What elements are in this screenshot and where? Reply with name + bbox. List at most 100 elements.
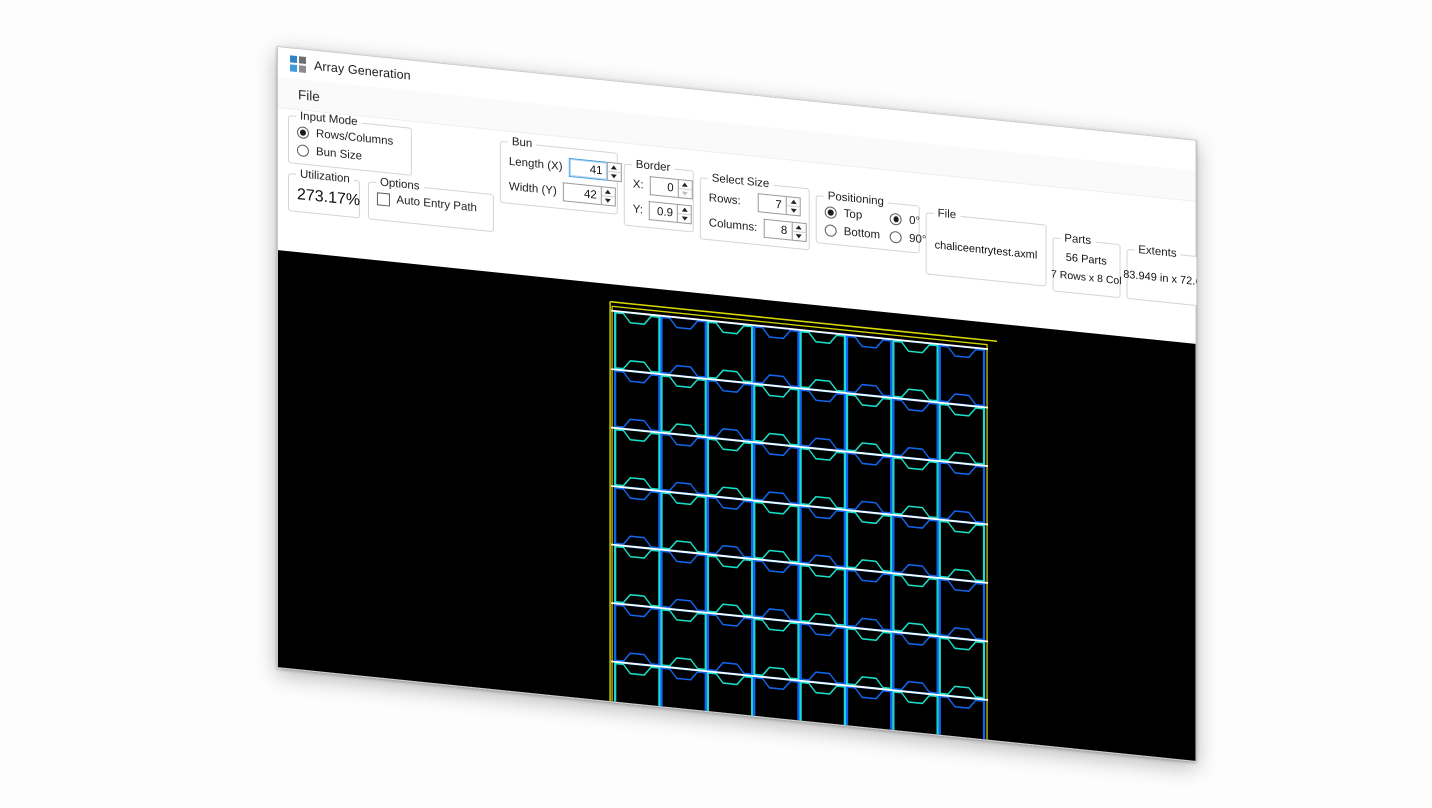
field-border-x: X: 0 bbox=[633, 174, 693, 200]
group-extents-title: Extents bbox=[1134, 243, 1181, 261]
part-outline bbox=[846, 569, 892, 631]
part-outline bbox=[753, 384, 799, 446]
part-slot bbox=[938, 636, 986, 700]
part-slot bbox=[938, 402, 986, 466]
bun-width-stepper[interactable]: 42 bbox=[562, 182, 616, 207]
part-slot bbox=[660, 491, 707, 555]
field-bun-length: Length (X) 41 bbox=[508, 152, 622, 183]
radio-bun-size[interactable]: Bun Size bbox=[296, 144, 403, 167]
field-bun-width: Width (Y) 42 bbox=[509, 177, 616, 207]
bun-width-value[interactable]: 42 bbox=[562, 182, 601, 206]
border-y-value[interactable]: 0.9 bbox=[649, 201, 678, 223]
border-y-down-icon[interactable] bbox=[678, 214, 691, 223]
bun-length-value[interactable]: 41 bbox=[568, 157, 607, 181]
rows-stepper[interactable]: 7 bbox=[757, 193, 801, 217]
group-border: Border X: 0 Y: 0.9 bbox=[623, 158, 694, 233]
checkbox-auto-entry-path-icon bbox=[376, 192, 390, 206]
rows-value[interactable]: 7 bbox=[757, 193, 786, 215]
part-outline bbox=[661, 375, 707, 437]
bun-width-down-icon[interactable] bbox=[602, 196, 615, 205]
part-outline bbox=[846, 335, 892, 397]
border-x-value[interactable]: 0 bbox=[649, 176, 678, 198]
part-outline bbox=[661, 433, 707, 495]
radio-bun-size-icon bbox=[296, 144, 309, 158]
columns-spin[interactable] bbox=[791, 221, 807, 243]
window-title: Array Generation bbox=[313, 58, 411, 83]
part-slot bbox=[892, 339, 939, 403]
part-outline bbox=[753, 676, 799, 739]
bun-length-stepper[interactable]: 41 bbox=[568, 157, 622, 183]
part-outline bbox=[939, 462, 985, 524]
group-select-size: Select Size Rows: 7 Columns: 8 bbox=[699, 172, 810, 251]
border-y-label: Y: bbox=[632, 202, 644, 216]
part-slot bbox=[938, 519, 986, 583]
border-x-spin[interactable] bbox=[677, 178, 693, 200]
columns-value[interactable]: 8 bbox=[763, 218, 792, 241]
part-slot bbox=[660, 432, 707, 496]
menu-item-file[interactable]: File bbox=[292, 83, 326, 107]
radio-rotation-90[interactable]: 90° bbox=[890, 230, 926, 246]
part-slot bbox=[753, 675, 800, 740]
border-x-down-icon[interactable] bbox=[679, 189, 692, 198]
radio-rotation-0[interactable]: 0° bbox=[890, 212, 926, 229]
radio-rotation-90-icon bbox=[890, 230, 903, 244]
part-outline bbox=[707, 379, 753, 442]
part-outline bbox=[707, 438, 753, 500]
part-outline bbox=[707, 672, 753, 734]
part-outline bbox=[893, 457, 938, 519]
part-slot bbox=[938, 694, 986, 759]
group-options-title: Options bbox=[375, 176, 424, 193]
part-slot bbox=[892, 397, 939, 462]
bun-length-label: Length (X) bbox=[508, 155, 563, 173]
columns-down-icon[interactable] bbox=[792, 232, 805, 241]
radio-position-top-icon bbox=[824, 205, 837, 220]
radio-position-bottom[interactable]: Bottom bbox=[824, 223, 880, 242]
part-outline bbox=[661, 316, 707, 378]
part-outline bbox=[846, 394, 892, 456]
bun-length-down-icon[interactable] bbox=[608, 172, 621, 181]
part-slot bbox=[614, 544, 661, 609]
rows-spin[interactable] bbox=[785, 195, 801, 217]
border-x-stepper[interactable]: 0 bbox=[649, 176, 693, 200]
part-slot bbox=[799, 622, 846, 686]
app-logo-icon bbox=[289, 55, 306, 73]
field-border-y: Y: 0.9 bbox=[632, 199, 693, 225]
group-select-size-title: Select Size bbox=[707, 172, 774, 191]
part-slot bbox=[660, 549, 707, 613]
part-outline bbox=[800, 564, 846, 626]
part-slot bbox=[938, 344, 986, 408]
bun-width-spin[interactable] bbox=[600, 186, 616, 207]
part-slot bbox=[706, 378, 754, 443]
utilization-value: 273.17% bbox=[296, 186, 361, 210]
checkbox-auto-entry-path[interactable]: Auto Entry Path bbox=[376, 192, 485, 216]
part-slot bbox=[753, 325, 800, 389]
radio-position-top[interactable]: Top bbox=[824, 205, 880, 224]
parts-count: 56 Parts bbox=[1065, 251, 1107, 268]
part-slot bbox=[614, 603, 661, 667]
radio-bun-size-label: Bun Size bbox=[315, 145, 362, 163]
group-input-mode: Input Mode Rows/Columns Bun Size bbox=[287, 109, 412, 176]
part-slot bbox=[753, 558, 800, 623]
part-outline bbox=[800, 623, 846, 685]
bun-length-spin[interactable] bbox=[606, 161, 622, 183]
border-y-spin[interactable] bbox=[677, 203, 693, 225]
extents-value: 83.949 in x 72.602 in bbox=[1123, 268, 1197, 290]
rows-down-icon[interactable] bbox=[787, 206, 800, 215]
part-slot bbox=[892, 631, 939, 695]
part-outline bbox=[707, 496, 753, 558]
group-parts-title: Parts bbox=[1060, 232, 1096, 248]
part-slot bbox=[706, 612, 754, 677]
part-slot bbox=[892, 573, 939, 637]
part-slot bbox=[892, 690, 939, 754]
part-outline bbox=[846, 686, 892, 748]
group-bun-title: Bun bbox=[507, 135, 537, 151]
part-slot bbox=[845, 626, 893, 691]
part-outline bbox=[753, 326, 799, 388]
group-parts: Parts 56 Parts 7 Rows x 8 Col bbox=[1051, 232, 1122, 299]
part-slot bbox=[799, 329, 846, 394]
part-slot bbox=[706, 554, 754, 618]
part-outline bbox=[800, 681, 846, 743]
columns-stepper[interactable]: 8 bbox=[763, 218, 807, 243]
border-y-stepper[interactable]: 0.9 bbox=[649, 201, 693, 225]
group-utilization-title: Utilization bbox=[295, 167, 354, 186]
